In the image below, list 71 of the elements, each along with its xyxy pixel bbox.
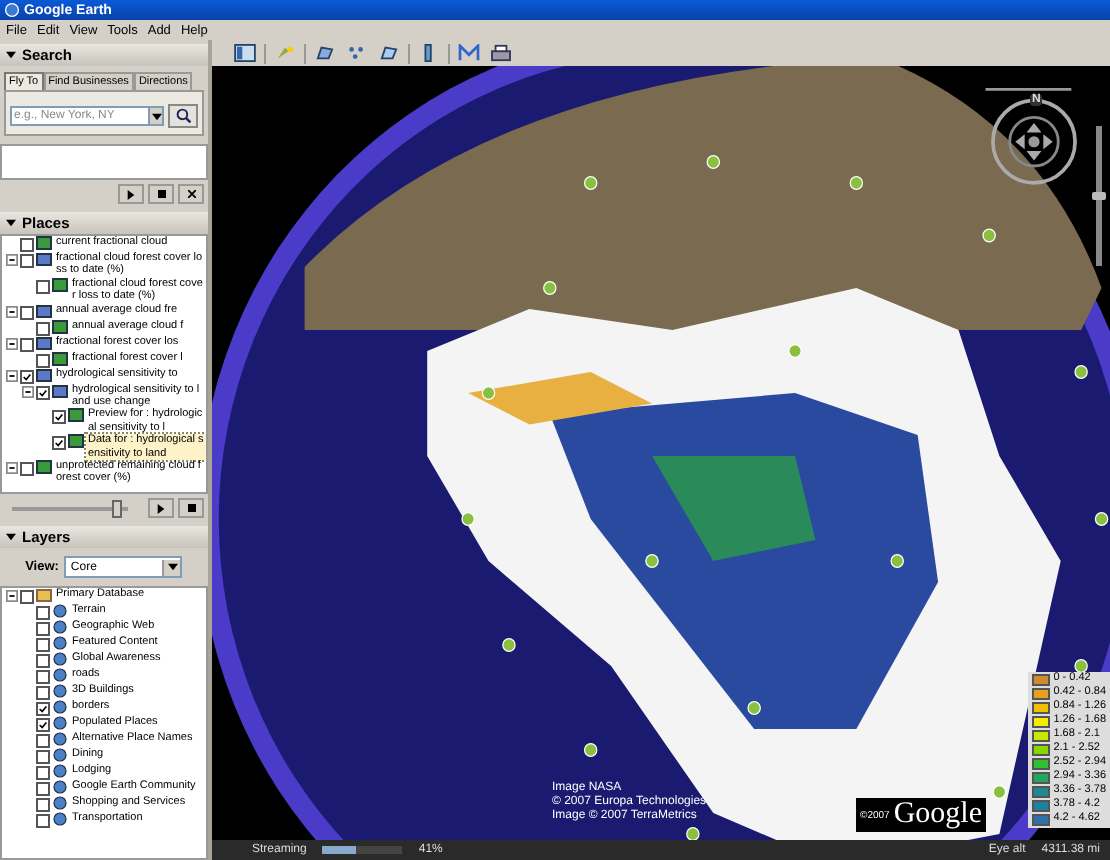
polygon-icon[interactable] [312, 42, 338, 64]
checkbox[interactable] [36, 782, 50, 796]
expander-icon[interactable] [6, 305, 18, 318]
caret-icon[interactable] [167, 562, 178, 572]
collapse-icon[interactable] [6, 50, 16, 60]
checkbox[interactable] [20, 254, 34, 268]
collapse-icon[interactable] [6, 532, 16, 542]
search-icon[interactable] [175, 108, 191, 124]
email-icon[interactable] [456, 42, 482, 64]
checkbox[interactable] [20, 337, 34, 352]
sidebar-toggle-icon[interactable] [232, 42, 258, 64]
dropdown-button[interactable] [148, 106, 164, 126]
expander-icon[interactable] [6, 337, 18, 350]
folder-icon [36, 335, 52, 350]
collapse-icon[interactable] [6, 218, 16, 228]
stop-icon[interactable] [187, 504, 195, 512]
globe-icon [4, 2, 20, 18]
checkbox[interactable] [36, 766, 50, 780]
play-button[interactable] [148, 498, 174, 518]
play-icon[interactable] [126, 189, 136, 199]
checkbox[interactable] [20, 462, 34, 477]
checkbox[interactable] [36, 321, 50, 336]
checkbox[interactable] [36, 734, 50, 748]
expander-icon[interactable] [6, 254, 18, 266]
expander-icon[interactable] [22, 385, 34, 398]
checkbox[interactable] [52, 410, 66, 425]
logo: Google [893, 798, 982, 832]
checkbox[interactable] [36, 353, 50, 368]
layer-icon [36, 236, 52, 250]
checkbox[interactable] [36, 718, 50, 732]
expander-icon[interactable] [6, 590, 18, 602]
checkbox[interactable] [20, 238, 34, 252]
checkbox[interactable] [36, 638, 50, 652]
checkbox[interactable] [52, 436, 66, 451]
stop-icon[interactable] [157, 190, 165, 198]
layer-icon [52, 351, 68, 366]
stop-button[interactable] [148, 184, 174, 204]
checkbox[interactable] [36, 670, 50, 684]
search-button[interactable] [168, 104, 198, 128]
zoom-slider[interactable] [1092, 126, 1106, 266]
checkbox[interactable] [20, 369, 34, 384]
expander-icon[interactable] [6, 462, 18, 475]
checkbox[interactable] [36, 702, 50, 716]
checkbox[interactable] [36, 385, 50, 400]
checkbox[interactable] [36, 606, 50, 620]
checkbox[interactable] [36, 622, 50, 636]
checkbox[interactable] [36, 279, 50, 294]
play-button[interactable] [118, 184, 144, 204]
caret-icon[interactable] [151, 111, 161, 121]
slider-thumb[interactable] [112, 499, 123, 517]
stop-button[interactable] [178, 498, 204, 518]
layer-icon [52, 277, 68, 292]
checkbox[interactable] [20, 305, 34, 320]
expander-icon[interactable] [6, 369, 18, 382]
play-icon[interactable] [156, 503, 166, 513]
checkbox[interactable] [36, 814, 50, 828]
folder-icon [36, 303, 52, 318]
checkbox[interactable] [36, 654, 50, 668]
checkbox[interactable] [20, 590, 34, 604]
overlay-icon[interactable] [376, 42, 402, 64]
checkbox[interactable] [36, 798, 50, 812]
folder-icon [36, 588, 52, 602]
checkbox[interactable] [36, 686, 50, 700]
close-icon[interactable] [187, 190, 195, 198]
folder-icon [36, 252, 52, 266]
tour-slider[interactable] [12, 499, 128, 517]
close-button[interactable] [178, 184, 204, 204]
print-icon[interactable] [488, 42, 514, 64]
zoom-thumb[interactable] [1092, 192, 1106, 200]
layer-icon [52, 319, 68, 334]
checkbox[interactable] [36, 750, 50, 764]
